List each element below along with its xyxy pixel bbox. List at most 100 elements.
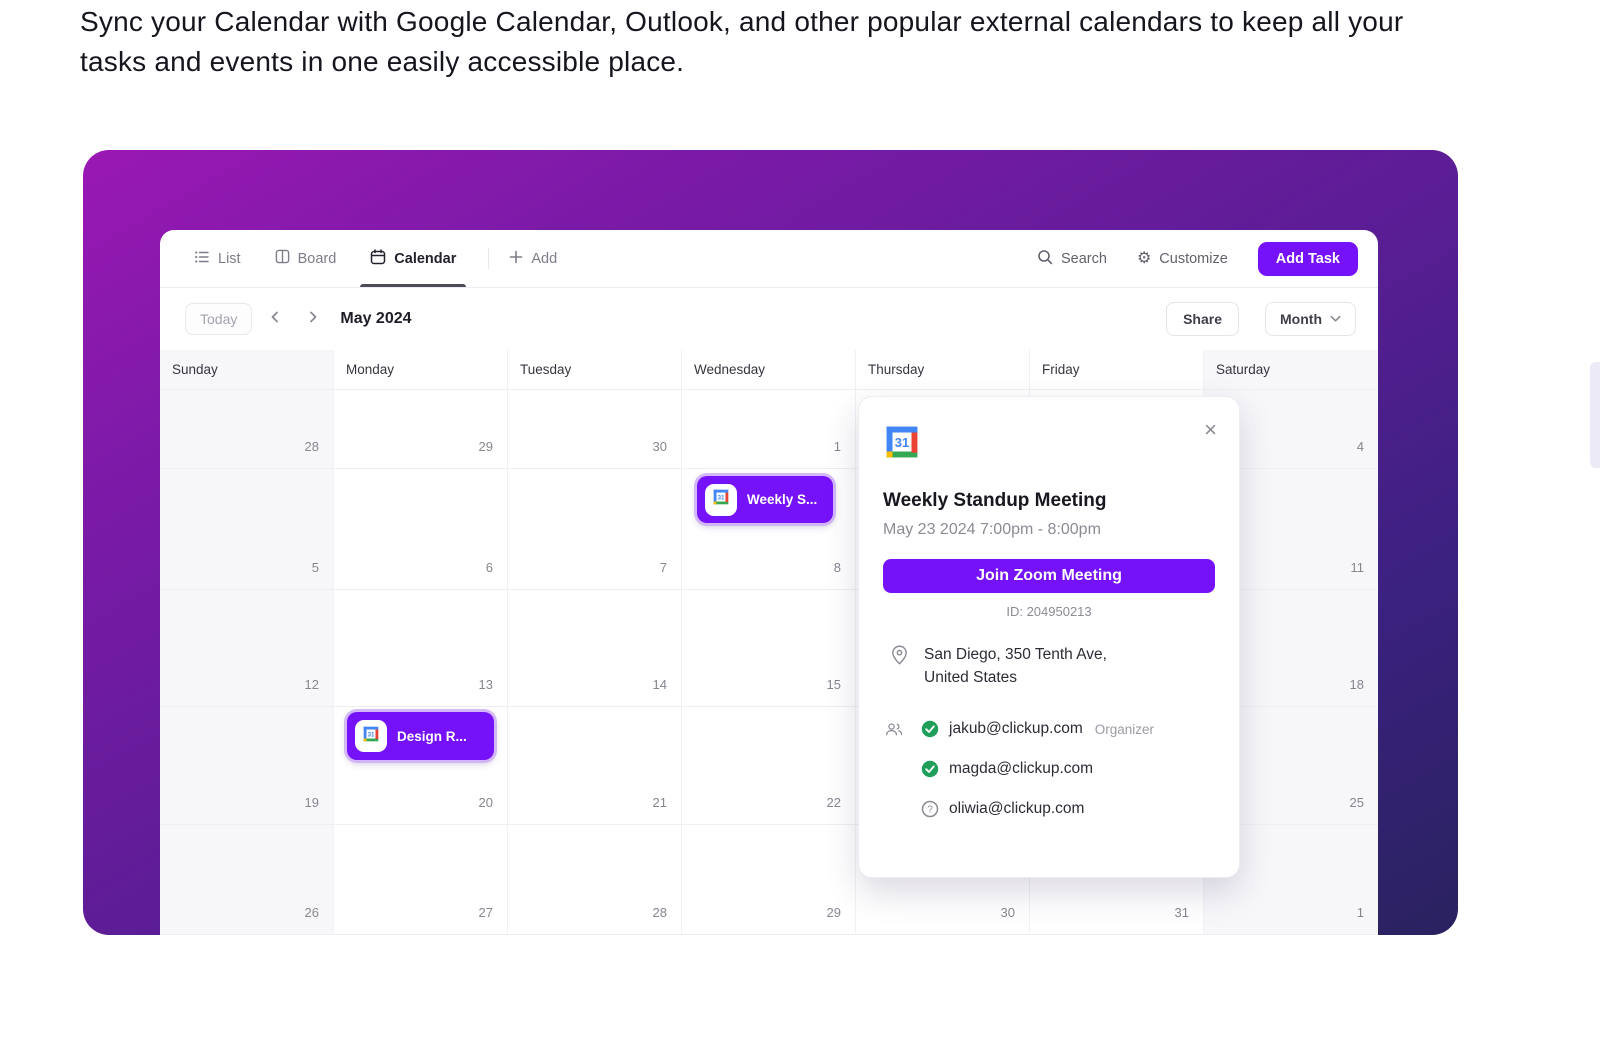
attendee-email: oliwia@clickup.com (949, 800, 1084, 818)
event-datetime: May 23 2024 7:00pm - 8:00pm (883, 521, 1215, 539)
customize-label: Customize (1159, 251, 1228, 267)
day-cell[interactable]: 28 (508, 825, 682, 935)
search-icon (1037, 249, 1053, 269)
day-header-monday: Monday (334, 350, 508, 389)
attendee-row: magda@clickup.com (883, 749, 1215, 789)
day-header-wednesday: Wednesday (682, 350, 856, 389)
calendar-app-card: List Board Calendar Add (160, 230, 1378, 935)
day-cell[interactable]: 29 (334, 390, 508, 469)
day-header-thursday: Thursday (856, 350, 1030, 389)
svg-text:31: 31 (368, 731, 375, 738)
location-text: San Diego, 350 Tenth Ave, United States (924, 643, 1107, 689)
event-source-badge: 31 (355, 720, 387, 752)
hero-gradient-panel: List Board Calendar Add (83, 150, 1458, 935)
attendee-list: jakub@clickup.com Organizer magda@clicku… (883, 709, 1215, 829)
previous-month-button[interactable] (260, 304, 290, 334)
attendee-role: Organizer (1095, 722, 1154, 737)
customize-button[interactable]: ⚙ Customize (1137, 230, 1228, 287)
list-view-icon (194, 249, 210, 269)
event-details-popup: 31 × Weekly Standup Meeting May 23 2024 … (858, 396, 1240, 878)
day-cell[interactable]: 30 (508, 390, 682, 469)
tab-board-label: Board (298, 251, 337, 267)
day-cell[interactable]: 28 (160, 390, 334, 469)
day-cell[interactable]: 15 (682, 590, 856, 707)
day-header-friday: Friday (1030, 350, 1204, 389)
attendee-email: magda@clickup.com (949, 760, 1093, 778)
status-pending-icon: ? (921, 800, 939, 818)
today-button[interactable]: Today (185, 303, 252, 335)
attendee-row: ? oliwia@clickup.com (883, 789, 1215, 829)
view-mode-dropdown[interactable]: Month (1265, 302, 1356, 336)
plus-icon (509, 250, 523, 268)
event-source-badge: 31 (705, 484, 737, 516)
tab-board[interactable]: Board (271, 230, 341, 287)
chevron-left-icon (269, 310, 281, 328)
toolbar-divider (488, 248, 489, 269)
day-cell[interactable]: 12 (160, 590, 334, 707)
join-zoom-meeting-button[interactable]: Join Zoom Meeting (883, 559, 1215, 593)
close-icon[interactable]: × (1204, 419, 1217, 441)
add-view-button[interactable]: Add (505, 230, 561, 287)
calendar-nav-row: Today May 2024 Share Month (160, 288, 1378, 350)
add-task-button[interactable]: Add Task (1258, 242, 1358, 276)
day-cell[interactable]: 13 (334, 590, 508, 707)
gear-icon: ⚙ (1137, 251, 1151, 267)
day-cell[interactable]: 22 (682, 707, 856, 825)
day-cell[interactable]: 14 (508, 590, 682, 707)
page-scrollbar[interactable] (1590, 362, 1600, 468)
toolbar-spacer (587, 230, 1037, 287)
attendee-row: jakub@clickup.com Organizer (883, 709, 1215, 749)
day-cell[interactable]: 29 (682, 825, 856, 935)
location-row: San Diego, 350 Tenth Ave, United States (883, 643, 1215, 689)
event-chip-weekly-standup[interactable]: 31 Weekly S... (697, 476, 833, 523)
meeting-id: ID: 204950213 (883, 604, 1215, 619)
calendar-view-icon (370, 249, 386, 269)
board-view-icon (275, 249, 290, 268)
view-toolbar: List Board Calendar Add (160, 230, 1378, 288)
google-calendar-icon: 31 (883, 448, 921, 465)
google-calendar-icon: 31 (362, 725, 380, 748)
view-mode-label: Month (1280, 311, 1322, 327)
add-view-label: Add (531, 251, 557, 267)
location-pin-icon (891, 645, 908, 689)
google-calendar-icon: 31 (712, 488, 730, 511)
day-cell[interactable]: 27 (334, 825, 508, 935)
day-cell[interactable]: 21 (508, 707, 682, 825)
tab-list[interactable]: List (190, 230, 245, 287)
svg-text:31: 31 (718, 494, 725, 501)
next-month-button[interactable] (298, 304, 328, 334)
tab-list-label: List (218, 251, 241, 267)
event-chip-design-review[interactable]: 31 Design R... (347, 712, 494, 760)
day-cell[interactable]: 1 (682, 390, 856, 469)
current-month-title: May 2024 (340, 310, 411, 328)
day-cell[interactable]: 5 (160, 469, 334, 590)
day-header-row: Sunday Monday Tuesday Wednesday Thursday… (160, 350, 1378, 390)
tab-calendar[interactable]: Calendar (366, 230, 460, 287)
day-header-saturday: Saturday (1204, 350, 1378, 389)
attendee-email: jakub@clickup.com (949, 720, 1083, 738)
share-button[interactable]: Share (1166, 302, 1239, 336)
event-title: Weekly Standup Meeting (883, 490, 1215, 512)
day-cell[interactable]: 26 (160, 825, 334, 935)
search-button[interactable]: Search (1037, 230, 1107, 287)
day-cell[interactable]: 7 (508, 469, 682, 590)
location-line1: San Diego, 350 Tenth Ave, (924, 643, 1107, 666)
svg-text:31: 31 (895, 435, 910, 450)
month-grid-container: 28 29 30 1 4 5 6 7 8 11 12 13 14 15 (160, 390, 1378, 935)
tab-calendar-label: Calendar (394, 251, 456, 267)
status-accepted-icon (921, 760, 939, 778)
page-heading: Sync your Calendar with Google Calendar,… (80, 2, 1410, 82)
attendees-icon (885, 721, 903, 737)
svg-text:?: ? (927, 805, 933, 816)
day-cell[interactable]: 19 (160, 707, 334, 825)
day-header-tuesday: Tuesday (508, 350, 682, 389)
chevron-down-icon (1330, 311, 1341, 327)
event-chip-label: Design R... (397, 729, 467, 744)
chevron-right-icon (307, 310, 319, 328)
search-label: Search (1061, 251, 1107, 267)
day-header-sunday: Sunday (160, 350, 334, 389)
location-line2: United States (924, 666, 1107, 689)
event-chip-label: Weekly S... (747, 492, 817, 507)
status-accepted-icon (921, 720, 939, 738)
day-cell[interactable]: 6 (334, 469, 508, 590)
